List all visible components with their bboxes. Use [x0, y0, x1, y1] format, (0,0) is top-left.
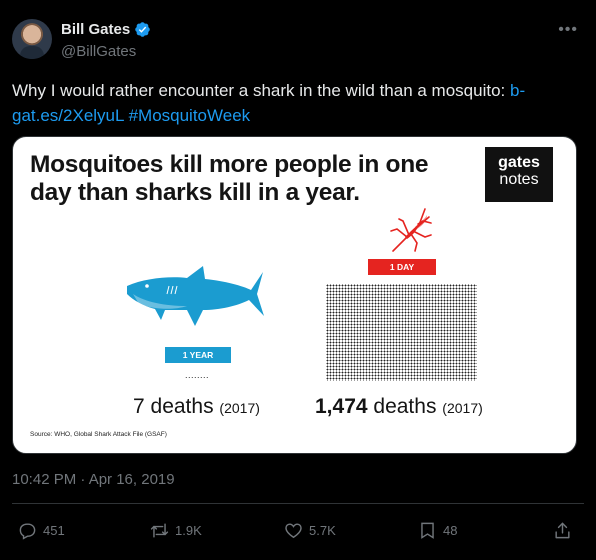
author-name[interactable]: Bill Gates [61, 21, 151, 38]
bookmark-count: 48 [443, 522, 458, 538]
shark-death-dots: ........ [185, 370, 210, 380]
reply-count: 451 [43, 522, 65, 538]
tweet-text-body: Why I would rather encounter a shark in … [12, 81, 510, 100]
repost-button[interactable]: 1.9K [150, 518, 202, 542]
like-icon [285, 522, 302, 538]
logo-line2: notes [499, 171, 539, 188]
bookmark-button[interactable]: 48 [418, 518, 457, 542]
mosquito-deaths: 1,474 deaths (2017) [315, 395, 483, 419]
more-icon[interactable]: ••• [558, 21, 578, 39]
shark-year-badge: 1 YEAR [165, 347, 231, 363]
share-button[interactable] [553, 518, 572, 542]
shark-deaths-count: 7 deaths [133, 395, 214, 418]
shark-deaths-year: (2017) [219, 400, 260, 416]
infographic-source: Source: WHO, Global Shark Attack File (G… [30, 431, 167, 438]
share-icon [555, 522, 570, 538]
tweet-media-image[interactable]: Mosquitoes kill more people in one day t… [12, 136, 577, 454]
tweet-text: Why I would rather encounter a shark in … [12, 78, 582, 128]
verified-badge-icon [135, 22, 150, 37]
avatar[interactable] [12, 19, 52, 59]
like-count: 5.7K [309, 522, 336, 538]
author-name-label: Bill Gates [61, 21, 131, 38]
mosquito-deaths-year: (2017) [442, 400, 483, 416]
shark-deaths: 7 deaths (2017) [133, 395, 260, 419]
reply-icon [19, 522, 36, 540]
gates-notes-logo: gates notes [485, 147, 553, 202]
action-bar: 451 1.9K 5.7K 48 [18, 518, 578, 542]
like-button[interactable]: 5.7K [284, 518, 336, 542]
mosquito-icon [390, 208, 432, 252]
bookmark-icon [421, 522, 434, 539]
tweet-timestamp[interactable]: 10:42 PM · Apr 16, 2019 [12, 471, 175, 488]
mosquito-death-dot-grid [326, 284, 477, 381]
mosquito-deaths-label: deaths [367, 395, 437, 418]
mosquito-day-badge: 1 DAY [368, 259, 436, 275]
author-handle[interactable]: @BillGates [61, 43, 136, 60]
logo-line1: gates [498, 154, 540, 171]
shark-icon [127, 266, 264, 326]
repost-icon [150, 522, 169, 538]
tweet: Bill Gates @BillGates ••• Why I would ra… [0, 0, 596, 560]
divider [12, 503, 584, 504]
infographic-headline: Mosquitoes kill more people in one day t… [30, 151, 429, 206]
tweet-hashtag[interactable]: #MosquitoWeek [129, 106, 251, 125]
mosquito-deaths-number: 1,474 [315, 395, 368, 418]
reply-button[interactable]: 451 [18, 518, 65, 542]
repost-count: 1.9K [175, 522, 202, 538]
